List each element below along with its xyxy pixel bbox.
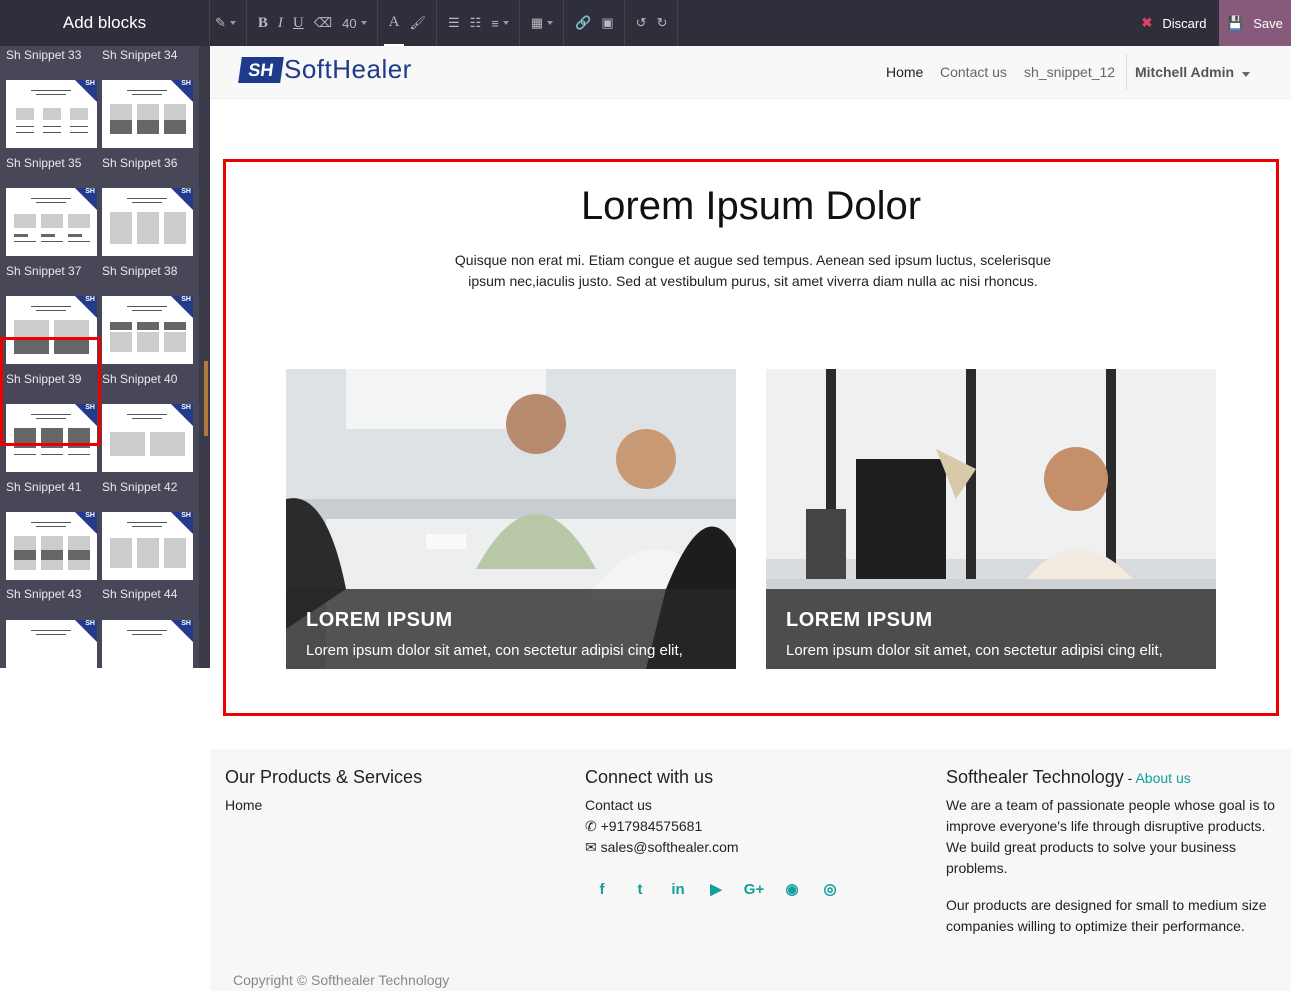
- close-icon: ✖: [1141, 15, 1153, 30]
- sidebar-title: Add blocks: [0, 0, 210, 46]
- card-title: LOREM IPSUM: [786, 609, 933, 631]
- selected-snippet-highlight: [0, 337, 101, 446]
- snippet-label: Sh Snippet 42: [102, 480, 178, 494]
- footer-about-text-1: We are a team of passionate people whose…: [946, 797, 1275, 876]
- paint-brush-icon[interactable]: 🖌: [404, 0, 437, 46]
- unordered-list-icon[interactable]: ☰: [443, 0, 465, 46]
- save-label: Save: [1253, 15, 1283, 31]
- company-name: Softhealer Technology: [946, 767, 1124, 787]
- snippet-label: Sh Snippet 43: [6, 587, 82, 601]
- footer-link-contact[interactable]: Contact us: [585, 795, 652, 816]
- site-footer: Our Products & Services Home Connect wit…: [210, 749, 1291, 991]
- editor-topbar: Add blocks ✎ B I U ⌫ 40 A 🖌 ☰ ☷ ≡ ▦ 🔗 ▣ …: [0, 0, 1291, 46]
- linkedin-icon[interactable]: in: [666, 877, 690, 901]
- section-description: Quisque non erat mi. Etiam congue et aug…: [454, 252, 1052, 289]
- social-links: f t in ▶ G+ ◉ ◎: [590, 877, 842, 901]
- snippet-label: Sh Snippet 40: [102, 372, 178, 386]
- snippet-thumb-45[interactable]: SH: [6, 620, 97, 668]
- snippet-thumb-40[interactable]: SH: [102, 296, 193, 364]
- image-icon[interactable]: ▣: [596, 0, 625, 46]
- email-address[interactable]: sales@softhealer.com: [601, 839, 739, 855]
- image-card[interactable]: LOREM IPSUM Lorem ipsum dolor sit amet, …: [286, 369, 736, 669]
- footer-link-about[interactable]: About us: [1135, 770, 1190, 786]
- snippet-label: Sh Snippet 35: [6, 156, 82, 170]
- heading-separator: -: [1123, 770, 1136, 786]
- underline-icon[interactable]: U: [288, 0, 309, 46]
- italic-icon[interactable]: I: [273, 0, 288, 46]
- snippet-thumb-43[interactable]: SH: [6, 512, 97, 580]
- facebook-icon[interactable]: f: [590, 877, 614, 901]
- redo-icon[interactable]: ↻: [652, 0, 679, 46]
- selected-section[interactable]: Lorem Ipsum Dolor Quisque non erat mi. E…: [223, 159, 1279, 716]
- snippet-label: Sh Snippet 34: [102, 48, 178, 62]
- footer-about-text-2: Our products are designed for small to m…: [946, 897, 1267, 934]
- copyright: Copyright © Softhealer Technology: [233, 972, 450, 988]
- nav-home[interactable]: Home: [886, 64, 923, 80]
- instagram-icon[interactable]: ◎: [818, 877, 842, 901]
- logo-text: SoftHealer: [284, 54, 412, 84]
- snippet-label: Sh Snippet 38: [102, 264, 178, 278]
- footer-email: ✉ sales@softhealer.com: [585, 837, 739, 858]
- google-plus-icon[interactable]: G+: [742, 877, 766, 901]
- eraser-icon[interactable]: ⌫: [309, 0, 337, 46]
- snippet-thumb-46[interactable]: SH: [102, 620, 193, 668]
- github-icon[interactable]: ◉: [780, 877, 804, 901]
- section-title: Lorem Ipsum Dolor: [580, 184, 922, 228]
- user-menu[interactable]: Mitchell Admin: [1126, 54, 1251, 90]
- envelope-icon: ✉: [585, 839, 601, 855]
- logo-mark: SH: [238, 56, 284, 83]
- save-button[interactable]: 💾 Save: [1219, 0, 1291, 46]
- snippet-thumb-36[interactable]: SH: [102, 80, 193, 148]
- chevron-down-icon: [1242, 72, 1251, 77]
- phone-number: +917984575681: [600, 818, 703, 834]
- card-title: LOREM IPSUM: [306, 609, 453, 631]
- table-icon[interactable]: ▦: [526, 0, 565, 46]
- snippet-thumb-37[interactable]: SH: [6, 188, 97, 256]
- card-text: Lorem ipsum dolor sit amet, con sectetur…: [786, 642, 1163, 659]
- sidebar-scrollbar[interactable]: [199, 46, 210, 668]
- phone-icon: ✆: [585, 818, 601, 834]
- footer-heading-company: Softhealer Technology - About us: [946, 767, 1191, 788]
- bold-icon[interactable]: B: [253, 0, 273, 46]
- site-header: SH SoftHealer Home Contact us sh_snippet…: [210, 46, 1291, 99]
- font-color-icon[interactable]: A: [383, 0, 405, 46]
- card-text: Lorem ipsum dolor sit amet, con sectetur…: [306, 642, 683, 659]
- nav-snippet[interactable]: sh_snippet_12: [1024, 64, 1115, 80]
- undo-icon[interactable]: ↺: [631, 0, 652, 46]
- snippet-label: Sh Snippet 36: [102, 156, 178, 170]
- magic-wand-icon[interactable]: ✎: [210, 0, 247, 46]
- nav-contact[interactable]: Contact us: [940, 64, 1007, 80]
- snippet-thumb-44[interactable]: SH: [102, 512, 193, 580]
- link-icon[interactable]: 🔗: [570, 0, 596, 46]
- snippet-thumb-35[interactable]: SH: [6, 80, 97, 148]
- snippet-thumb-42[interactable]: SH: [102, 404, 193, 472]
- editor-toolbar: ✎ B I U ⌫ 40 A 🖌 ☰ ☷ ≡ ▦ 🔗 ▣ ↺ ↻: [210, 0, 684, 46]
- font-size-value: 40: [342, 15, 357, 31]
- image-card[interactable]: LOREM IPSUM Lorem ipsum dolor sit amet, …: [766, 369, 1216, 669]
- snippet-label: Sh Snippet 33: [6, 48, 82, 62]
- discard-button[interactable]: ✖ Discard: [1129, 0, 1219, 46]
- discard-label: Discard: [1162, 15, 1207, 31]
- sidebar-scrollbar-thumb[interactable]: [204, 361, 208, 436]
- snippet-thumb-38[interactable]: SH: [102, 188, 193, 256]
- snippet-label: Sh Snippet 44: [102, 587, 178, 601]
- snippet-sidebar: Sh Snippet 33 Sh Snippet 34 SH SH Sh Sni…: [0, 46, 210, 668]
- user-name: Mitchell Admin: [1135, 64, 1235, 80]
- font-size-dropdown[interactable]: 40: [337, 0, 378, 46]
- footer-link-home[interactable]: Home: [225, 795, 262, 816]
- align-icon[interactable]: ≡: [486, 0, 520, 46]
- youtube-icon[interactable]: ▶: [704, 877, 728, 901]
- footer-phone: ✆ +917984575681: [585, 816, 702, 837]
- footer-heading-products: Our Products & Services: [225, 767, 423, 787]
- ordered-list-icon[interactable]: ☷: [465, 0, 487, 46]
- floppy-icon: 💾: [1227, 15, 1244, 30]
- snippet-label: Sh Snippet 41: [6, 480, 82, 494]
- snippet-label: Sh Snippet 37: [6, 264, 82, 278]
- twitter-icon[interactable]: t: [628, 877, 652, 901]
- footer-heading-connect: Connect with us: [585, 767, 714, 787]
- softhealer-logo[interactable]: SH SoftHealer: [238, 54, 412, 85]
